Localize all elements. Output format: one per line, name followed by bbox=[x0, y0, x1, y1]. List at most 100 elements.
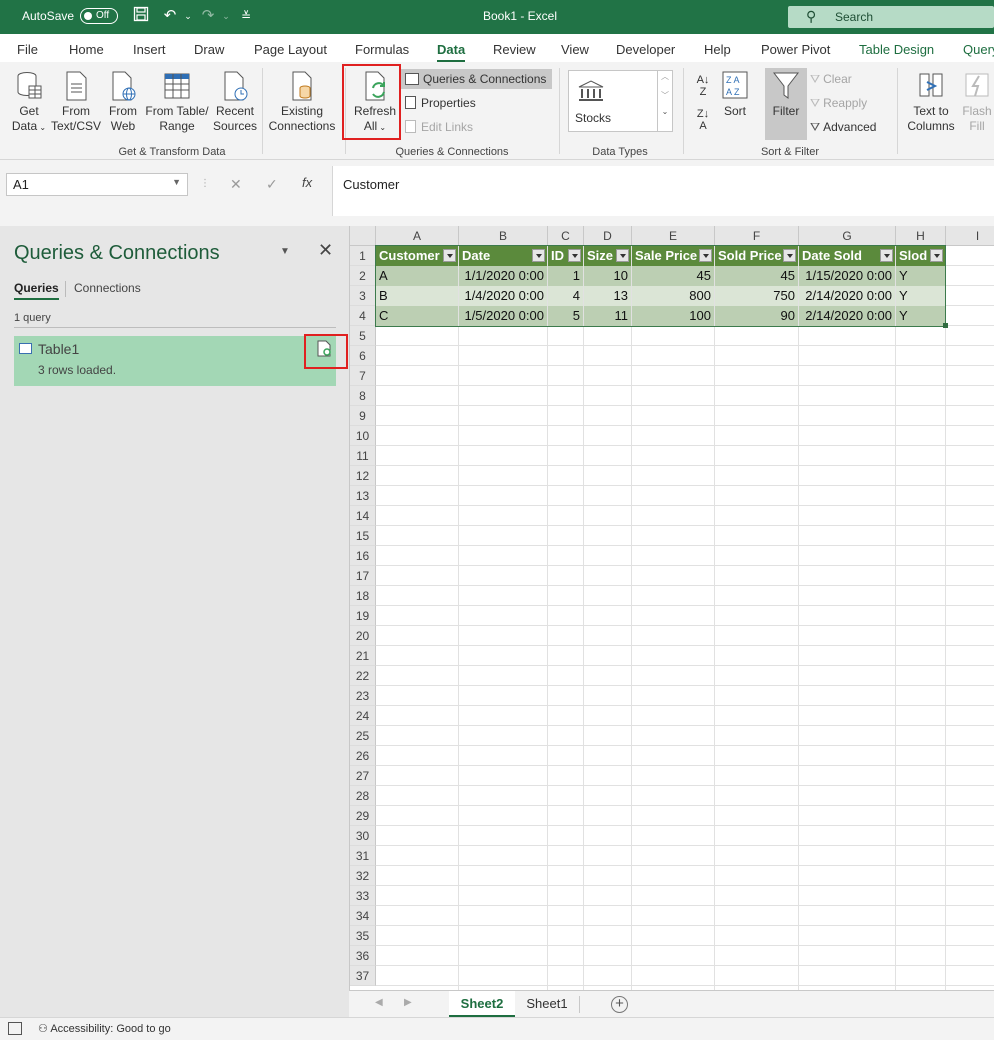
tab-connections[interactable]: Connections bbox=[74, 281, 141, 295]
scroll-right-icon[interactable]: ▶ bbox=[404, 997, 412, 1008]
table-cell[interactable]: 800 bbox=[632, 286, 714, 306]
row-header-37[interactable]: 37 bbox=[350, 966, 376, 986]
flash-fill-button[interactable]: Flash Fill bbox=[960, 70, 994, 134]
row-header-14[interactable]: 14 bbox=[350, 506, 376, 526]
column-header-e[interactable]: E bbox=[632, 226, 715, 246]
table-cell[interactable]: A bbox=[376, 266, 458, 286]
search-box[interactable]: ⚲ Search bbox=[788, 6, 994, 28]
row-header-30[interactable]: 30 bbox=[350, 826, 376, 846]
tab-file[interactable]: File bbox=[17, 42, 38, 57]
tab-home[interactable]: Home bbox=[69, 42, 104, 57]
pane-options-icon[interactable]: ▼ bbox=[280, 246, 290, 257]
data-types-scroll[interactable]: ︿ ﹀ ⌄ bbox=[657, 70, 673, 132]
table-cell[interactable]: 11 bbox=[584, 306, 631, 326]
query-item-table1[interactable]: Table1 3 rows loaded. bbox=[14, 336, 336, 386]
row-header-17[interactable]: 17 bbox=[350, 566, 376, 586]
table-cell[interactable]: 10 bbox=[584, 266, 631, 286]
cancel-icon[interactable]: ✕ bbox=[230, 176, 242, 193]
scroll-down-icon[interactable]: ﹀ bbox=[658, 90, 672, 101]
filter-dropdown-icon[interactable] bbox=[699, 249, 712, 262]
row-header-19[interactable]: 19 bbox=[350, 606, 376, 626]
text-to-columns-button[interactable]: Text to Columns bbox=[902, 70, 960, 134]
row-header-25[interactable]: 25 bbox=[350, 726, 376, 746]
column-header-h[interactable]: H bbox=[896, 226, 946, 246]
reapply-button[interactable]: ⛛ Reapply bbox=[810, 93, 867, 113]
table-cell[interactable]: B bbox=[376, 286, 458, 306]
sort-button[interactable]: Z A A Z Sort bbox=[718, 70, 752, 119]
table-cell[interactable]: 45 bbox=[715, 266, 798, 286]
filter-dropdown-icon[interactable] bbox=[616, 249, 629, 262]
more-icon[interactable]: ⌄ bbox=[658, 107, 672, 116]
column-header-c[interactable]: C bbox=[548, 226, 584, 246]
tab-power-pivot[interactable]: Power Pivot bbox=[761, 42, 830, 57]
table-cell[interactable]: C bbox=[376, 306, 458, 326]
spreadsheet-grid[interactable]: A B C D E F G H I 1 2 3 4 5 6 7 8 9 10 11 12 13 14 15 16 17 18 19 20… bbox=[349, 226, 994, 990]
row-header-33[interactable]: 33 bbox=[350, 886, 376, 906]
row-header-36[interactable]: 36 bbox=[350, 946, 376, 966]
row-header-35[interactable]: 35 bbox=[350, 926, 376, 946]
tab-developer[interactable]: Developer bbox=[616, 42, 675, 57]
column-header-b[interactable]: B bbox=[459, 226, 548, 246]
row-header-12[interactable]: 12 bbox=[350, 466, 376, 486]
tab-query[interactable]: Query bbox=[963, 42, 994, 57]
table-cell[interactable]: Y bbox=[896, 306, 945, 326]
filter-dropdown-icon[interactable] bbox=[783, 249, 796, 262]
add-sheet-icon[interactable]: + bbox=[611, 996, 628, 1013]
column-header-a[interactable]: A bbox=[376, 226, 459, 246]
filter-dropdown-icon[interactable] bbox=[568, 249, 581, 262]
advanced-button[interactable]: ⛛ Advanced bbox=[810, 117, 876, 137]
table-cell[interactable]: 1/5/2020 0:00 bbox=[459, 306, 547, 326]
row-header-10[interactable]: 10 bbox=[350, 426, 376, 446]
row-header-31[interactable]: 31 bbox=[350, 846, 376, 866]
row-header-9[interactable]: 9 bbox=[350, 406, 376, 426]
table-cell[interactable]: 1 bbox=[548, 266, 583, 286]
row-header-29[interactable]: 29 bbox=[350, 806, 376, 826]
sheet-tab-sheet2[interactable]: Sheet2 bbox=[449, 991, 515, 1018]
macro-recording-icon[interactable] bbox=[8, 1022, 22, 1035]
properties-button[interactable]: Properties bbox=[405, 93, 476, 113]
sort-z-a-button[interactable]: Z↓ A bbox=[690, 108, 716, 132]
row-header-18[interactable]: 18 bbox=[350, 586, 376, 606]
row-header-32[interactable]: 32 bbox=[350, 866, 376, 886]
filter-dropdown-icon[interactable] bbox=[930, 249, 943, 262]
column-header-g[interactable]: G bbox=[799, 226, 896, 246]
filter-button[interactable]: Filter bbox=[765, 70, 807, 119]
get-data-button[interactable]: Get Data ⌄ bbox=[8, 70, 50, 135]
from-text-csv-button[interactable]: From Text/CSV bbox=[50, 70, 102, 134]
filter-dropdown-icon[interactable] bbox=[532, 249, 545, 262]
tab-queries[interactable]: Queries bbox=[14, 281, 59, 300]
row-header-26[interactable]: 26 bbox=[350, 746, 376, 766]
filter-dropdown-icon[interactable] bbox=[880, 249, 893, 262]
column-header-d[interactable]: D bbox=[584, 226, 632, 246]
table-cell[interactable]: 100 bbox=[632, 306, 714, 326]
tab-insert[interactable]: Insert bbox=[133, 42, 166, 57]
edit-links-button[interactable]: Edit Links bbox=[405, 117, 473, 137]
tab-review[interactable]: Review bbox=[493, 42, 536, 57]
row-header-16[interactable]: 16 bbox=[350, 546, 376, 566]
table-cell[interactable]: 1/4/2020 0:00 bbox=[459, 286, 547, 306]
insert-function-icon[interactable]: fx bbox=[302, 175, 312, 190]
enter-icon[interactable]: ✓ bbox=[266, 176, 278, 193]
table-cell[interactable]: Y bbox=[896, 286, 945, 306]
row-header-34[interactable]: 34 bbox=[350, 906, 376, 926]
table-cell[interactable]: 1/1/2020 0:00 bbox=[459, 266, 547, 286]
tab-page-layout[interactable]: Page Layout bbox=[254, 42, 327, 57]
filter-dropdown-icon[interactable] bbox=[443, 249, 456, 262]
tab-table-design[interactable]: Table Design bbox=[859, 42, 934, 57]
name-box[interactable]: A1 ▼ bbox=[6, 173, 188, 196]
row-header-1[interactable]: 1 bbox=[350, 246, 376, 266]
row-header-21[interactable]: 21 bbox=[350, 646, 376, 666]
table-cell[interactable]: 13 bbox=[584, 286, 631, 306]
row-header-27[interactable]: 27 bbox=[350, 766, 376, 786]
column-header-i[interactable]: I bbox=[946, 226, 994, 246]
existing-connections-button[interactable]: Existing Connections bbox=[266, 70, 338, 134]
tab-data[interactable]: Data bbox=[437, 42, 466, 63]
select-all-corner[interactable] bbox=[350, 226, 376, 246]
stocks-data-type[interactable]: Stocks bbox=[568, 70, 658, 132]
from-web-button[interactable]: From Web bbox=[102, 70, 144, 134]
table-cell[interactable]: 5 bbox=[548, 306, 583, 326]
column-header-f[interactable]: F bbox=[715, 226, 799, 246]
name-box-dropdown-icon[interactable]: ▼ bbox=[172, 177, 181, 187]
table-cell[interactable]: 90 bbox=[715, 306, 798, 326]
row-header-6[interactable]: 6 bbox=[350, 346, 376, 366]
